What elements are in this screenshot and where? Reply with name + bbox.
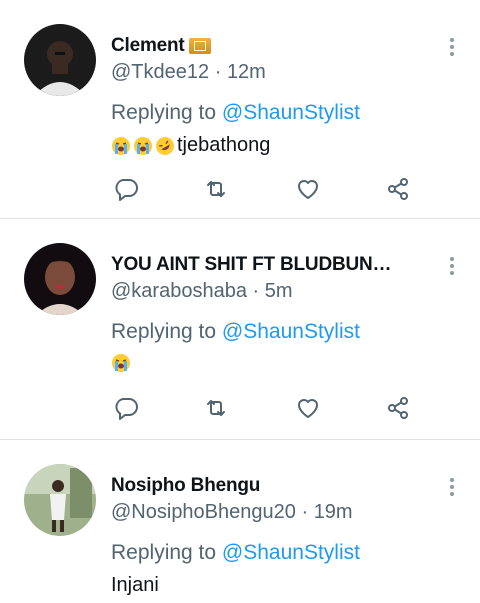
mention-link[interactable]: @ShaunStylist [222,541,360,564]
handle-time: @karaboshaba · 5m [111,280,293,303]
timestamp[interactable]: 19m [314,501,353,523]
retweet-icon[interactable] [203,395,229,421]
timestamp[interactable]: 5m [265,280,293,302]
display-name[interactable]: Nosipho Bhengu [111,475,260,497]
money-bag-icon [188,38,211,54]
handle[interactable]: @karaboshaba [111,280,247,302]
handle[interactable]: @Tkdee12 [111,61,209,83]
replying-to: Replying to @ShaunStylist [111,320,360,344]
handle[interactable]: @NosiphoBhengu20 [111,501,296,523]
like-icon[interactable] [295,176,321,202]
tweet-actions [113,395,413,421]
tweet-text [111,353,133,373]
reply-icon[interactable] [113,395,139,421]
more-options-icon[interactable] [448,478,456,498]
mention-link[interactable]: @ShaunStylist [222,320,360,343]
rolling-on-floor-laughing-icon [156,136,174,155]
like-icon[interactable] [295,395,321,421]
display-name[interactable]: Clement [111,35,185,57]
tweet-text: Injani [111,574,159,597]
more-options-icon[interactable] [448,38,456,58]
avatar[interactable] [24,243,96,315]
avatar[interactable] [24,24,96,96]
separator: · [301,501,309,523]
replying-label: Replying to [111,541,217,564]
mention-link[interactable]: @ShaunStylist [222,101,360,124]
avatar[interactable] [24,464,96,536]
replying-to: Replying to @ShaunStylist [111,541,360,565]
handle-time: @Tkdee12 · 12m [111,61,266,84]
retweet-icon[interactable] [203,176,229,202]
tweet-text-body: Injani [111,574,159,596]
separator: · [214,61,222,83]
tweet-text-body: tjebathong [177,134,271,156]
share-icon[interactable] [385,395,411,421]
replying-to: Replying to @ShaunStylist [111,101,360,125]
loudly-crying-face-icon [112,136,130,155]
replying-label: Replying to [111,320,217,343]
reply-icon[interactable] [113,176,139,202]
replying-label: Replying to [111,101,217,124]
handle-time: @NosiphoBhengu20 · 19m [111,501,353,524]
loudly-crying-face-icon [112,354,130,372]
tweet[interactable]: Nosipho Bhengu @NosiphoBhengu20 · 19m Re… [0,440,480,603]
loudly-crying-face-icon [134,136,152,155]
tweet[interactable]: YOU AINT SHIT FT BLUDBUN… @karaboshaba ·… [0,219,480,440]
share-icon[interactable] [385,176,411,202]
display-name[interactable]: YOU AINT SHIT FT BLUDBUN… [111,254,391,276]
timestamp[interactable]: 12m [227,61,266,83]
tweet[interactable]: Clement @Tkdee12 · 12m Replying to @Shau… [0,0,480,219]
tweet-text: tjebathong [111,134,270,157]
tweet-actions [113,176,413,202]
more-options-icon[interactable] [448,257,456,277]
separator: · [252,280,260,302]
